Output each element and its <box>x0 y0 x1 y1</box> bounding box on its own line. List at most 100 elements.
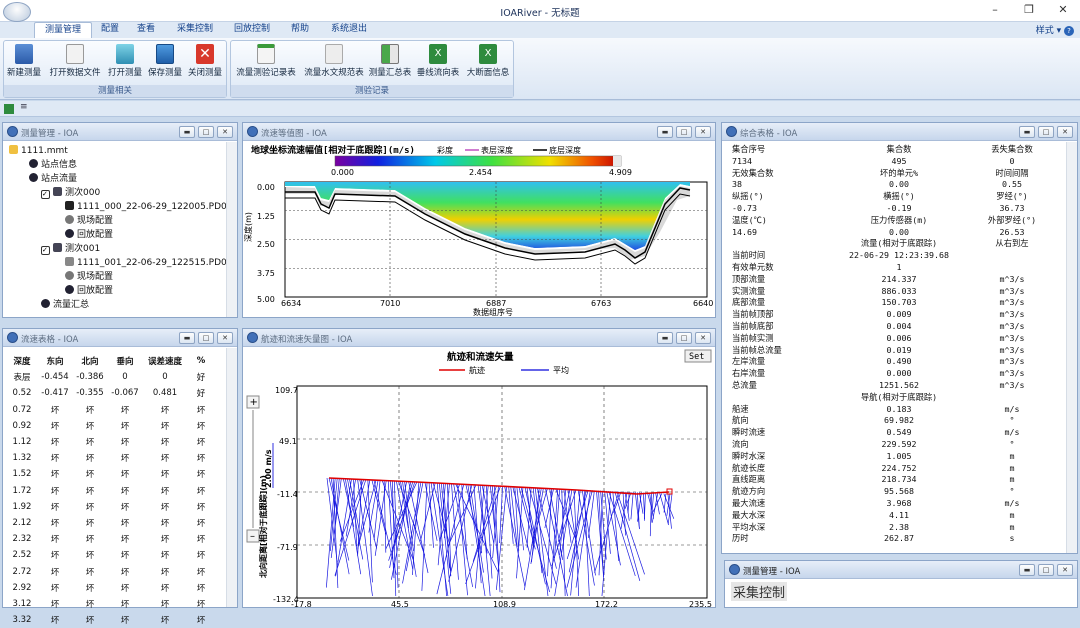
panel-close-button[interactable]: ✕ <box>217 332 233 344</box>
panel-maximize-button[interactable]: □ <box>198 332 214 344</box>
table-row[interactable]: 1.92 坏 坏 坏 坏 坏 <box>7 499 215 515</box>
velocity-table-scrollbar[interactable] <box>226 348 237 607</box>
table-row[interactable]: 0.72 坏 坏 坏 坏 坏 <box>7 402 215 418</box>
table-cell: 好 <box>196 373 206 384</box>
table-row[interactable]: 1.12 坏 坏 坏 坏 坏 <box>7 434 215 450</box>
table-cell: 坏 <box>50 599 60 610</box>
new-measurement-button[interactable]: 新建测量 <box>6 44 42 82</box>
table-row[interactable]: 3.12 坏 坏 坏 坏 坏 <box>7 596 215 612</box>
table-row[interactable]: 0.92 坏 坏 坏 坏 坏 <box>7 418 215 434</box>
close-window-button[interactable]: ✕ <box>1050 3 1076 16</box>
summary-row: 直线距离 218.734 m <box>732 474 1066 486</box>
panel-minimize-button[interactable]: ▬ <box>657 126 673 138</box>
summary-row: 无效集合数 坏的单元% 时间间隔 <box>732 168 1066 180</box>
panel-minimize-button[interactable]: ▬ <box>657 332 673 344</box>
tree-scrollbar[interactable] <box>226 142 237 317</box>
table-cell: 坏 <box>196 421 206 432</box>
tree-item-flow-summary[interactable]: 流量汇总 <box>41 299 89 311</box>
panel-minimize-button[interactable]: ▬ <box>179 332 195 344</box>
summary-cell: 当前帧顶部 <box>732 309 774 320</box>
table-row[interactable]: 1.52 坏 坏 坏 坏 坏 <box>7 466 215 482</box>
tree-item-transect-000[interactable]: ✓ 测次000 <box>41 187 100 199</box>
save-measurement-button[interactable]: 保存测量 <box>146 44 184 82</box>
table-cell: 坏 <box>50 502 60 513</box>
tree-item-field-config-001[interactable]: 现场配置 <box>65 271 113 283</box>
table-row[interactable]: 2.32 坏 坏 坏 坏 坏 <box>7 531 215 547</box>
x-tick: 6634 <box>281 299 301 308</box>
summary-row: 左岸流量 0.490 m^3/s <box>732 356 1066 368</box>
table-row[interactable]: 2.12 坏 坏 坏 坏 坏 <box>7 515 215 531</box>
table-row[interactable]: 0.52 -0.417 -0.355 -0.067 0.481 好 <box>7 385 215 401</box>
panel-close-button[interactable]: ✕ <box>695 332 711 344</box>
panel-maximize-button[interactable]: □ <box>676 332 692 344</box>
vertical-flow-table-button[interactable]: X 垂线流向表 <box>415 44 461 82</box>
summary-scrollbar[interactable] <box>1066 142 1077 553</box>
panel-minimize-button[interactable]: ▬ <box>1019 564 1035 576</box>
panel-close-button[interactable]: ✕ <box>1057 126 1073 138</box>
summary-row: 当前帧实测 0.006 m^3/s <box>732 333 1066 345</box>
tree-item-file-000[interactable]: 1111_000_22-06-29_122005.PD0 <box>65 201 227 213</box>
qat-dropdown-icon[interactable]: ≡ <box>20 102 28 112</box>
panel-minimize-button[interactable]: ▬ <box>179 126 195 138</box>
vertical-flow-table-label: 垂线流向表 <box>416 68 460 78</box>
tree-item-field-config-000[interactable]: 现场配置 <box>65 215 113 227</box>
table-cell: 坏 <box>196 454 206 465</box>
measurement-tree-panel: 测量管理 - IOA ▬ □ ✕ 1111.mmt 站点信息 站点流量 ✓ 测次000… <box>2 122 238 318</box>
summary-row: 有效单元数 1 <box>732 262 1066 274</box>
tab-view[interactable]: 查看 <box>132 22 160 38</box>
open-measurement-button[interactable]: 打开测量 <box>106 44 144 82</box>
table-cell: 1.72 <box>12 485 32 496</box>
table-row[interactable]: 2.72 坏 坏 坏 坏 坏 <box>7 563 215 579</box>
help-icon[interactable]: ? <box>1064 26 1074 36</box>
track-vector-panel: 航迹和流速矢量图 - IOA ▬ □ ✕ 航迹和流速矢量 Set 航迹 平均 + –… <box>242 328 716 608</box>
open-data-file-button[interactable]: 打开数据文件 <box>46 44 104 82</box>
table-row[interactable]: 1.32 坏 坏 坏 坏 坏 <box>7 450 215 466</box>
measurement-summary-button[interactable]: 测量汇总表 <box>367 44 413 82</box>
restore-button[interactable]: ❐ <box>1016 3 1042 16</box>
panel-close-button[interactable]: ✕ <box>217 126 233 138</box>
tab-system-exit[interactable]: 系统退出 <box>324 22 374 38</box>
tree-item-station-flow[interactable]: 站点流量 <box>29 173 77 185</box>
panel-close-button[interactable]: ✕ <box>1057 564 1073 576</box>
tree-item-playback-config-001[interactable]: 回放配置 <box>65 285 113 297</box>
table-row[interactable]: 2.52 坏 坏 坏 坏 坏 <box>7 547 215 563</box>
table-row[interactable]: 1.72 坏 坏 坏 坏 坏 <box>7 483 215 499</box>
panel-icon <box>7 126 18 137</box>
tree-item-file-001[interactable]: 1111_001_22-06-29_122515.PD0 <box>65 257 227 269</box>
tree-item-playback-config-000[interactable]: 回放配置 <box>65 229 113 241</box>
table-cell: 好 <box>196 389 206 400</box>
track-vector-chart: 航迹和流速矢量 Set 航迹 平均 + – 2.00 m/s 北向距离[相对于底… <box>246 349 712 608</box>
hydrology-spec-table-button[interactable]: 流量水文规范表 <box>301 44 367 82</box>
tab-acquisition-control[interactable]: 采集控制 <box>170 22 220 38</box>
flow-record-table-button[interactable]: 流量测验记录表 <box>233 44 299 82</box>
table-row[interactable]: 2.92 坏 坏 坏 坏 坏 <box>7 580 215 596</box>
panel-maximize-button[interactable]: □ <box>1038 126 1054 138</box>
summary-cell: 直线距离 <box>732 474 766 485</box>
minimize-button[interactable]: – <box>982 3 1008 16</box>
table-cell: 坏 <box>85 405 95 416</box>
summary-cell: 外部罗经(°) <box>987 214 1037 225</box>
table-row[interactable]: 表层 -0.454 -0.386 0 0 好 <box>7 369 215 385</box>
panel-maximize-button[interactable]: □ <box>676 126 692 138</box>
panel-minimize-button[interactable]: ▬ <box>1019 126 1035 138</box>
excel-quick-icon[interactable] <box>4 104 14 114</box>
scale-mid: 2.454 <box>469 168 492 177</box>
table-cell: 坏 <box>160 551 170 562</box>
tab-playback-control[interactable]: 回放控制 <box>228 22 276 38</box>
tree-item-station-info[interactable]: 站点信息 <box>29 159 77 171</box>
styles-dropdown[interactable]: 样式 ▾ ? <box>1036 23 1074 36</box>
tab-config[interactable]: 配置 <box>96 22 124 38</box>
panel-maximize-button[interactable]: □ <box>1038 564 1054 576</box>
table-row[interactable]: 3.32 坏 坏 坏 坏 坏 <box>7 612 215 628</box>
summary-cell: 瞬时水深 <box>732 450 766 461</box>
tab-help[interactable]: 帮助 <box>286 22 314 38</box>
close-measurement-button[interactable]: ✕ 关闭测量 <box>186 44 224 82</box>
tree-item-transect-001[interactable]: ✓ 测次001 <box>41 243 100 255</box>
tree-item-root[interactable]: 1111.mmt <box>9 145 68 157</box>
ribbon-group-measurement: 新建测量 打开数据文件 打开测量 保存测量 ✕ 关闭测量 测量相关 <box>3 40 227 98</box>
panel-maximize-button[interactable]: □ <box>198 126 214 138</box>
cross-section-info-button[interactable]: X 大断面信息 <box>463 44 513 82</box>
table-cell: 坏 <box>120 454 130 465</box>
panel-close-button[interactable]: ✕ <box>695 126 711 138</box>
tab-measurement-management[interactable]: 测量管理 <box>34 22 92 38</box>
